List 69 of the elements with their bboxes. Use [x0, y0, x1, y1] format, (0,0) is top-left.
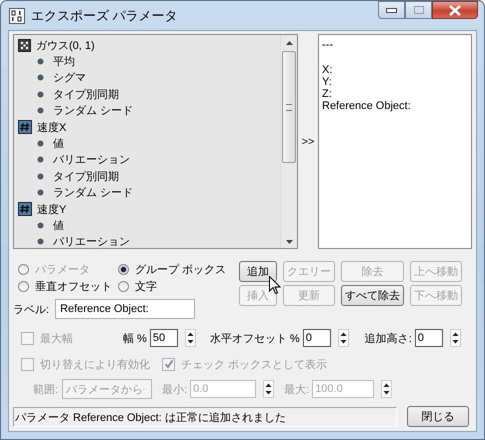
transfer-label: >> [302, 136, 314, 148]
bullet-icon [37, 140, 44, 148]
radio-label: 垂直オフセット [35, 280, 112, 294]
checkbox-label: 最大幅 [40, 332, 73, 346]
tree-item[interactable]: 平均 [53, 54, 75, 70]
bullet-icon [37, 238, 44, 246]
action-button[interactable]: 追加 [239, 261, 277, 282]
tree-item[interactable]: ガウス(0, 1) [36, 38, 95, 53]
preview-line: Reference Object: [322, 100, 411, 112]
number-input[interactable]: 0 [302, 329, 331, 347]
close-dialog-button[interactable]: 閉じる [407, 406, 469, 427]
action-button[interactable]: すべて除去 [341, 285, 404, 306]
tree-item[interactable]: タイプ別同期 [53, 86, 119, 102]
minimize-button[interactable] [378, 1, 405, 19]
checkbox-label: チェック ボックスとして表示 [181, 358, 328, 372]
status-message: パラメータ Reference Object: は正常に追加されました [13, 406, 397, 426]
radio-label: グループ ボックス [135, 262, 226, 277]
spinner-label: 幅 % [123, 332, 147, 346]
preview-line: X: [322, 64, 332, 76]
radio-label: パラメータ [35, 263, 90, 277]
window-title: エクスポーズ パラメータ [31, 6, 178, 24]
tree-item[interactable]: ランダム シード [53, 103, 134, 118]
limit-label: 最小: [162, 382, 188, 396]
scroll-down-icon[interactable] [286, 240, 292, 244]
tree-item[interactable]: 値 [53, 136, 64, 152]
field-label: ラベル: [13, 302, 50, 316]
scrollbar[interactable] [280, 35, 297, 248]
radio-button[interactable] [118, 281, 129, 292]
spinner-arrows-icon[interactable] [263, 380, 274, 398]
bullet-icon [37, 74, 44, 82]
bullet-icon [37, 58, 44, 66]
tree-item[interactable]: 速度X [37, 120, 66, 135]
close-icon[interactable] [449, 4, 461, 16]
spinner-arrows-icon[interactable] [184, 329, 196, 347]
bullet-icon [37, 90, 44, 98]
radio-label: 文字 [135, 280, 157, 294]
radio-button[interactable] [18, 281, 29, 292]
limit-label: 最大: [284, 382, 310, 396]
bullet-icon [37, 172, 44, 180]
tree-item[interactable]: タイプ別同期 [53, 168, 119, 184]
spinner-label: 追加高さ: [364, 332, 412, 346]
bullet-icon [37, 107, 44, 114]
bullet-icon [37, 156, 44, 164]
tree-item[interactable]: シグマ [53, 70, 86, 86]
scroll-thumb[interactable] [282, 51, 296, 163]
spinner-arrows-icon[interactable] [338, 329, 349, 347]
label-input[interactable]: Reference Object: [55, 299, 196, 319]
spinner-arrows-icon[interactable] [381, 380, 392, 398]
number-input[interactable]: 50 [150, 329, 178, 347]
preview-line: Y: [322, 76, 332, 88]
spinner-arrows-icon[interactable] [450, 329, 461, 347]
tree-item[interactable]: バリエーション [53, 234, 130, 248]
preview-line: Z: [322, 88, 332, 100]
range-label: 範囲: [33, 382, 58, 396]
app-icon [9, 8, 25, 24]
number-input[interactable]: 0 [414, 329, 443, 347]
close-button[interactable] [432, 1, 478, 19]
mouse-cursor-icon [269, 276, 281, 295]
checkbox-label: 切り替えにより有効化 [40, 358, 150, 372]
tree-item[interactable]: バリエーション [53, 152, 130, 168]
tree-item[interactable]: 速度Y [37, 202, 66, 217]
bullet-icon [37, 189, 44, 196]
spinner-label: 水平オフセット % [210, 332, 300, 346]
tree-item[interactable]: 値 [53, 218, 64, 233]
bullet-icon [37, 222, 44, 229]
radio-button[interactable] [118, 264, 129, 275]
preview-line: --- [322, 39, 333, 51]
tree-item[interactable]: ランダム シード [53, 185, 134, 200]
scroll-up-icon[interactable] [286, 41, 292, 45]
